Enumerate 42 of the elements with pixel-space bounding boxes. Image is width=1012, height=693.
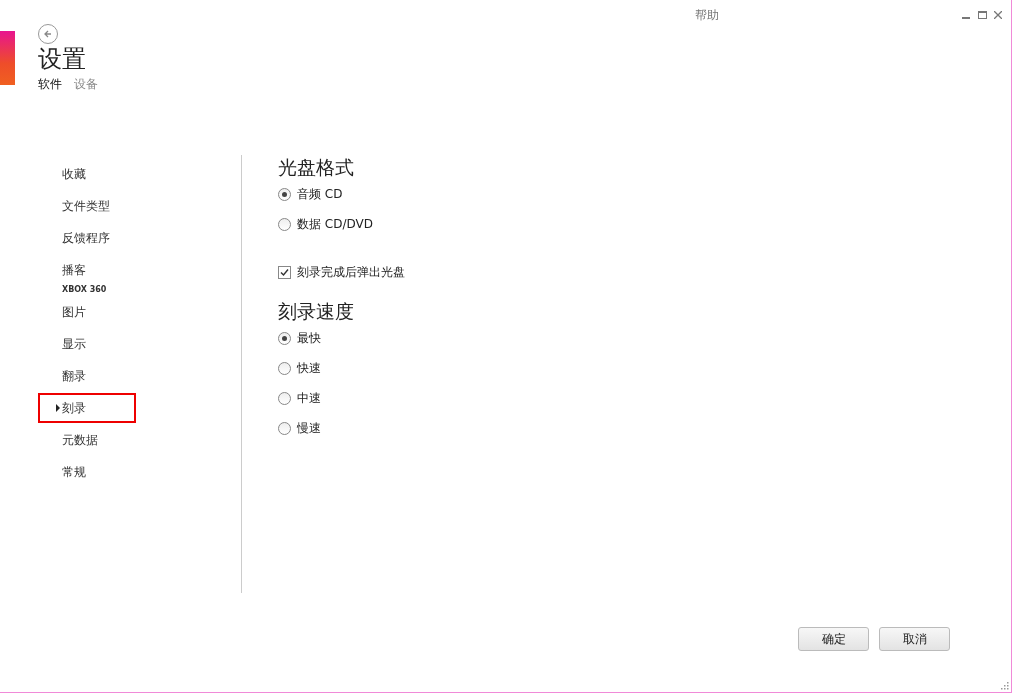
sidebar-heading: XBOX 360 (61, 283, 108, 296)
dialog-button[interactable]: 确定 (798, 627, 869, 651)
radio-button[interactable] (278, 187, 291, 201)
sidebar-item[interactable]: 播客 (38, 255, 136, 285)
radio-button[interactable] (278, 361, 291, 375)
close-icon (994, 11, 1002, 19)
sidebar-item[interactable]: 反馈程序 (38, 223, 136, 253)
sidebar-item[interactable]: 文件类型 (38, 191, 136, 221)
radio-button[interactable] (278, 217, 291, 231)
sidebar-item[interactable]: 显示 (38, 329, 136, 359)
section-title: 刻录速度 (278, 299, 355, 323)
sidebar-item[interactable]: 收藏 (38, 159, 136, 189)
option-label: 慢速 (297, 419, 321, 437)
tab[interactable]: 设备 (74, 76, 98, 93)
radio-button[interactable] (278, 331, 291, 345)
page-title: 设置 (38, 44, 87, 74)
sidebar-item[interactable]: 图片 (38, 297, 136, 327)
tab[interactable]: 软件 (38, 76, 62, 93)
logo (0, 31, 15, 85)
back-button[interactable] (38, 24, 58, 44)
back-arrow-icon (43, 29, 53, 39)
maximize-button[interactable] (977, 10, 987, 20)
sidebar-item[interactable]: 常规 (38, 457, 136, 487)
option-label: 音频 CD (297, 185, 343, 203)
option-label: 快速 (297, 359, 321, 377)
radio-button[interactable] (278, 391, 291, 405)
maximize-icon (977, 11, 987, 19)
checkbox[interactable] (278, 265, 291, 279)
section-title: 光盘格式 (278, 155, 355, 179)
close-button[interactable] (993, 10, 1003, 20)
sidebar-item[interactable]: 刻录 (38, 393, 136, 423)
sidebar-item[interactable]: 翻录 (38, 361, 136, 391)
option-label: 最快 (297, 329, 321, 347)
option-label: 刻录完成后弹出光盘 (297, 263, 405, 281)
radio-button[interactable] (278, 421, 291, 435)
caret-icon (56, 404, 60, 412)
option-label: 数据 CD/DVD (297, 215, 373, 233)
option-label: 中速 (297, 389, 321, 407)
dialog-button[interactable]: 取消 (879, 627, 950, 651)
help-link[interactable]: 帮助 (695, 6, 719, 24)
sidebar-item[interactable]: 元数据 (38, 425, 136, 455)
resize-grip-icon[interactable] (999, 680, 1009, 690)
